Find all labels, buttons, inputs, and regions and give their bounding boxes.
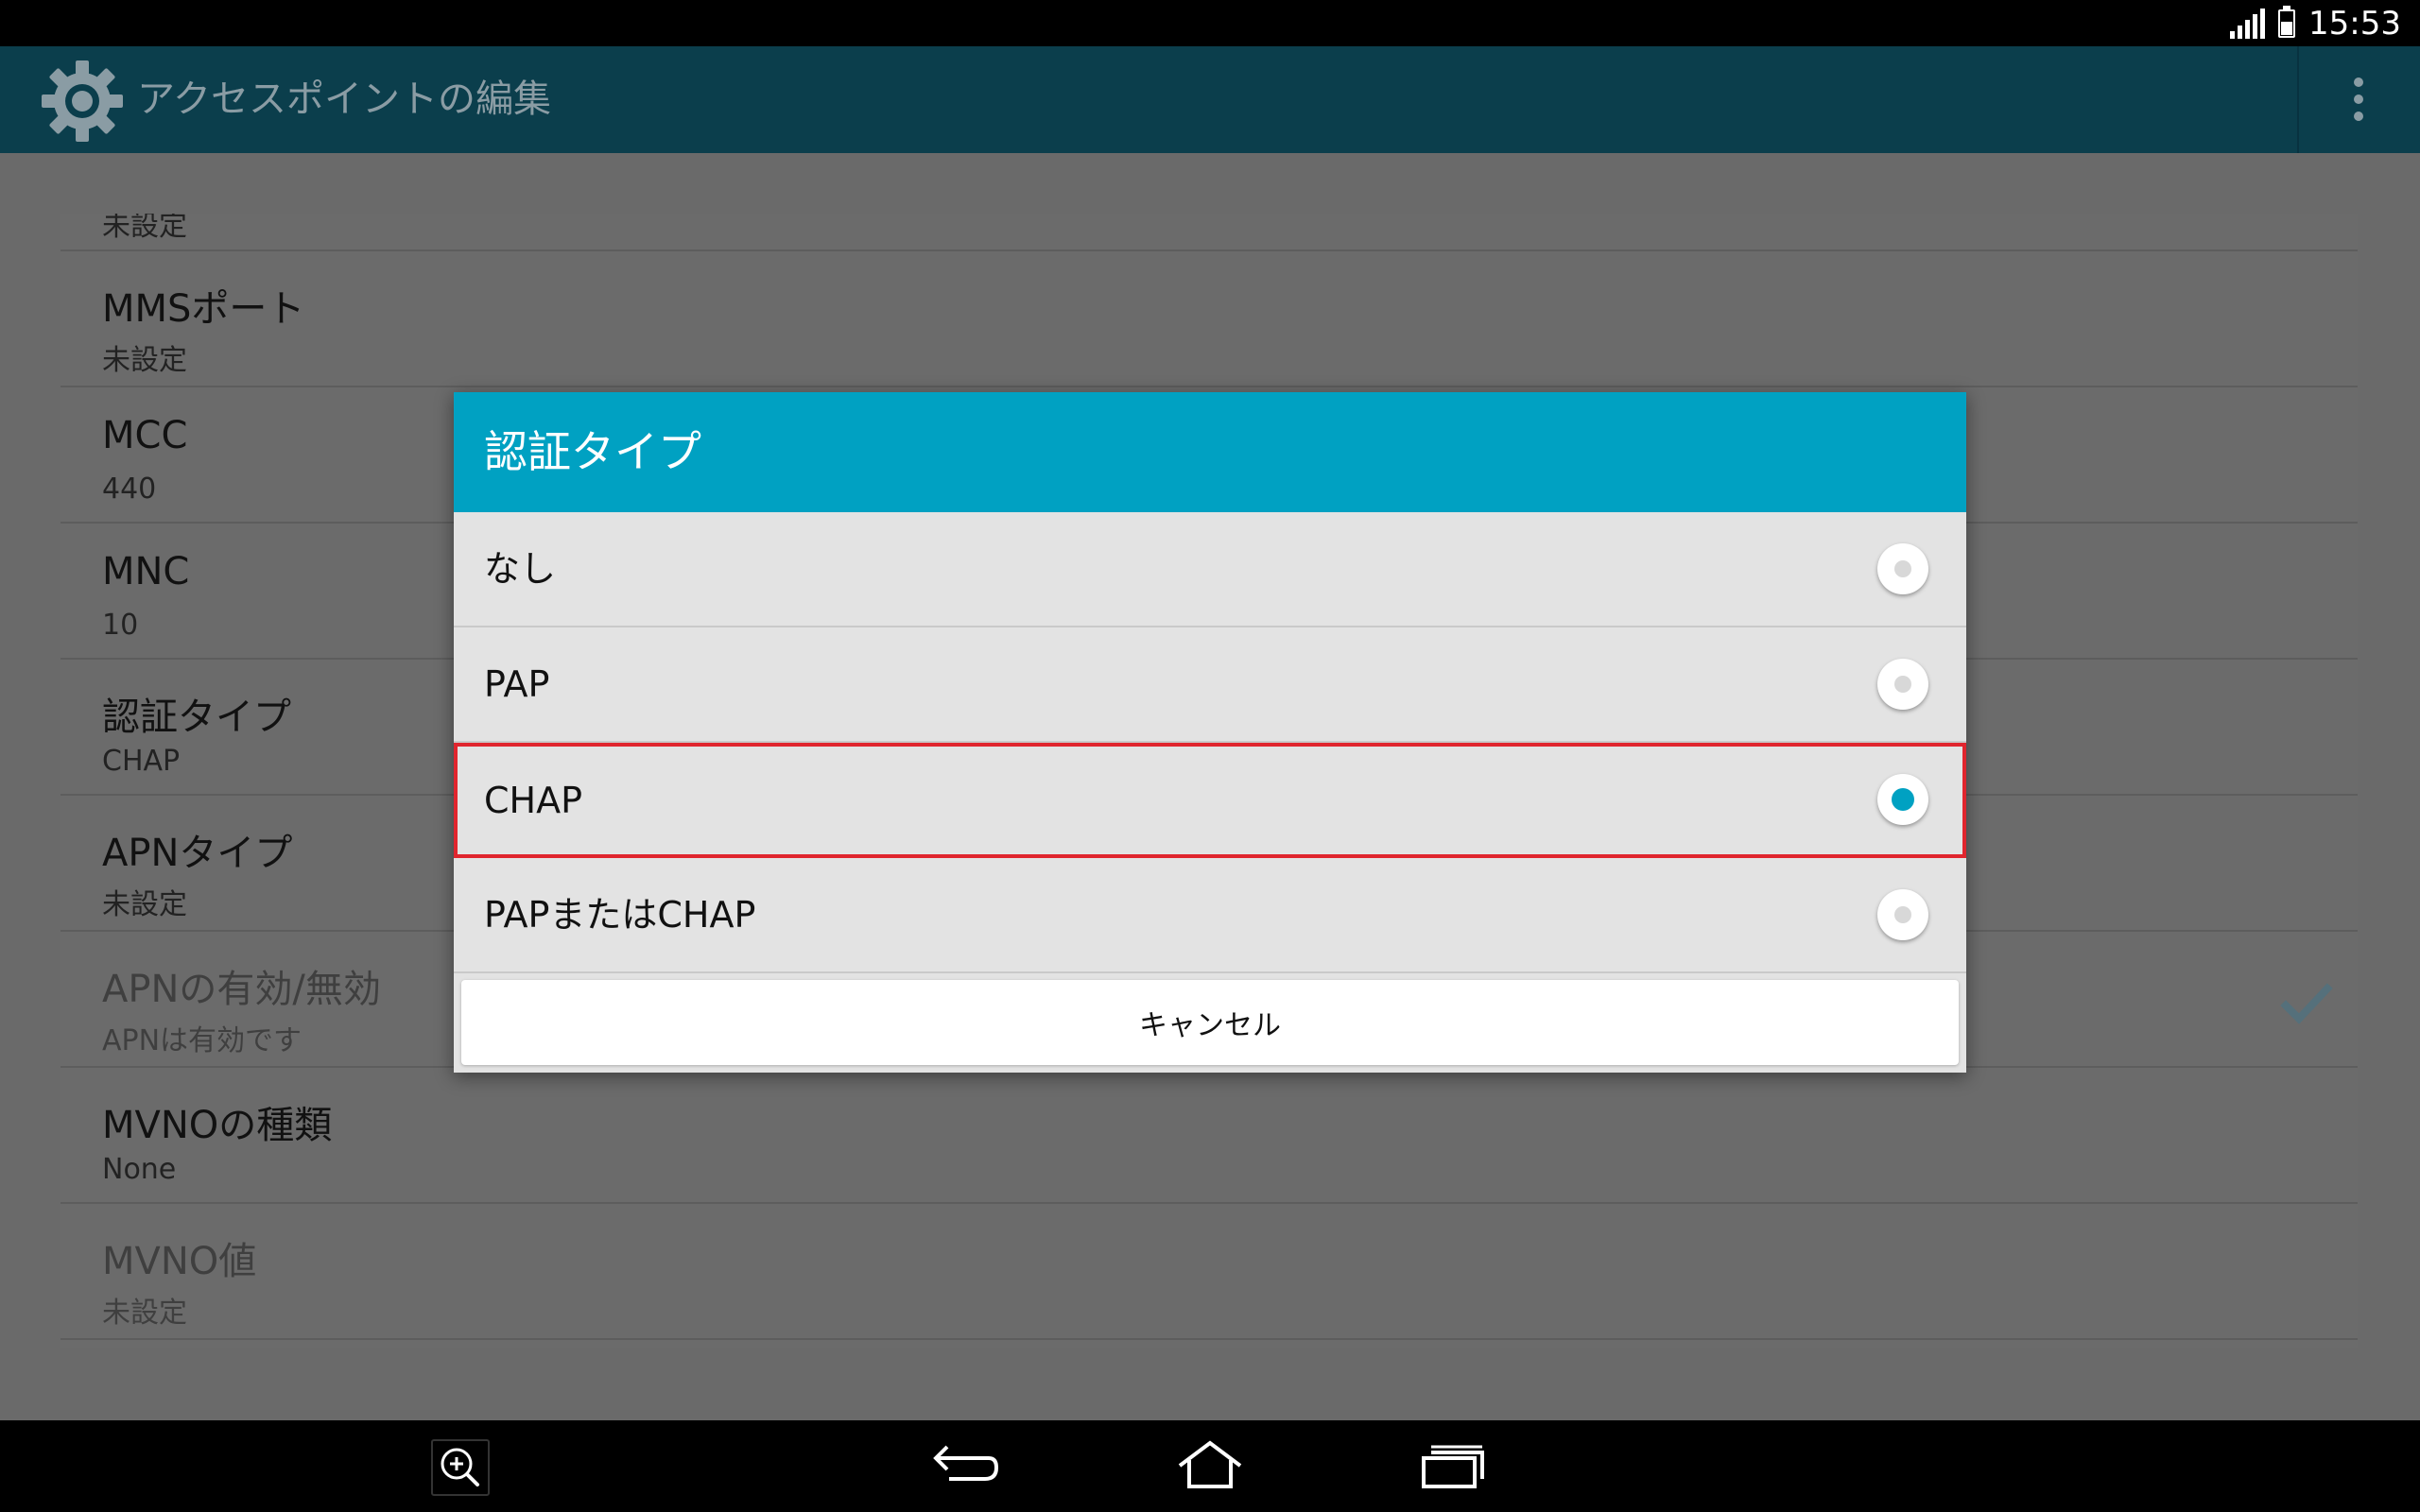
- list-item-title: MNC: [102, 550, 190, 593]
- list-item-value: 440: [102, 472, 157, 506]
- home-icon[interactable]: [1172, 1437, 1248, 1494]
- dialog-header: 認証タイプ: [454, 392, 1966, 512]
- action-bar-divider: [2297, 46, 2299, 153]
- list-item-value: APNは有効です: [102, 1024, 302, 1057]
- list-item-mms-port[interactable]: MMSポート 未設定: [60, 251, 2358, 387]
- list-item-title: MVNOの種類: [102, 1104, 333, 1147]
- list-item-value: 未設定: [102, 214, 187, 243]
- clock: 15:53: [2308, 4, 2401, 43]
- option-label: PAPまたはCHAP: [484, 894, 756, 936]
- list-item-value: 未設定: [102, 344, 187, 377]
- status-bar: 15:53: [0, 0, 2420, 46]
- recent-apps-icon[interactable]: [1416, 1437, 1492, 1494]
- list-item-title: MMSポート: [102, 287, 305, 331]
- list-item-value: CHAP: [102, 745, 181, 778]
- list-item-value: 10: [102, 609, 139, 642]
- page-title: アクセスポイントの編集: [137, 77, 551, 121]
- option-chap[interactable]: CHAP: [454, 743, 1966, 858]
- action-bar: アクセスポイントの編集: [0, 46, 2420, 153]
- radio-button-selected[interactable]: [1877, 774, 1928, 825]
- zoom-icon[interactable]: [431, 1439, 490, 1496]
- signal-icon: [2230, 8, 2266, 39]
- auth-type-dialog: 認証タイプ なし PAP CHAP PAPまたはCHAP キャンセル: [454, 392, 1966, 1073]
- list-item-value: 未設定: [102, 888, 187, 921]
- list-item-partial: 未設定: [60, 214, 2358, 251]
- radio-button[interactable]: [1877, 889, 1928, 940]
- list-item-title: APNの有効/無効: [102, 968, 381, 1011]
- status-icons: 15:53: [2230, 0, 2401, 46]
- cancel-button[interactable]: キャンセル: [461, 980, 1959, 1065]
- list-item-mvno-value[interactable]: MVNO値 未設定: [60, 1204, 2358, 1340]
- option-label: CHAP: [484, 780, 583, 821]
- radio-button[interactable]: [1877, 543, 1928, 594]
- list-item-value: 未設定: [102, 1297, 187, 1330]
- list-item-title: MCC: [102, 414, 188, 457]
- option-label: PAP: [484, 663, 550, 705]
- battery-icon: [2278, 5, 2296, 38]
- back-icon[interactable]: [926, 1437, 1002, 1494]
- option-none[interactable]: なし: [454, 512, 1966, 627]
- option-pap[interactable]: PAP: [454, 627, 1966, 743]
- list-item-title: APNタイプ: [102, 832, 293, 875]
- option-pap-or-chap[interactable]: PAPまたはCHAP: [454, 858, 1966, 973]
- checkbox-check-icon[interactable]: [2278, 981, 2335, 1028]
- list-item-value: None: [102, 1153, 177, 1186]
- list-item-title: 認証タイプ: [102, 696, 291, 739]
- list-item-title: MVNO値: [102, 1240, 257, 1283]
- overflow-menu-icon[interactable]: [2344, 71, 2373, 128]
- radio-button[interactable]: [1877, 659, 1928, 710]
- list-item-mvno-type[interactable]: MVNOの種類 None: [60, 1068, 2358, 1204]
- option-label: なし: [484, 548, 557, 590]
- settings-gear-icon[interactable]: [40, 59, 125, 144]
- navigation-bar: [0, 1420, 2420, 1512]
- dialog-title: 認証タイプ: [484, 426, 701, 477]
